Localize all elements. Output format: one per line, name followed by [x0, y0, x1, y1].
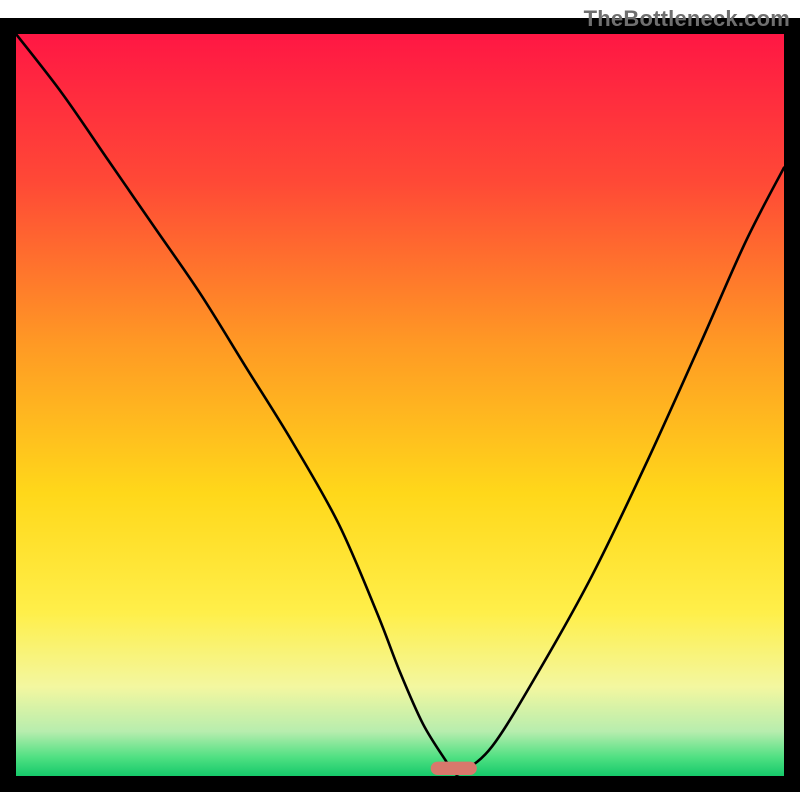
watermark-label: TheBottleneck.com	[584, 6, 790, 32]
optimum-marker	[431, 762, 477, 775]
plot-background-gradient	[16, 34, 784, 776]
chart-container: TheBottleneck.com	[0, 0, 800, 800]
bottleneck-chart	[0, 0, 800, 800]
